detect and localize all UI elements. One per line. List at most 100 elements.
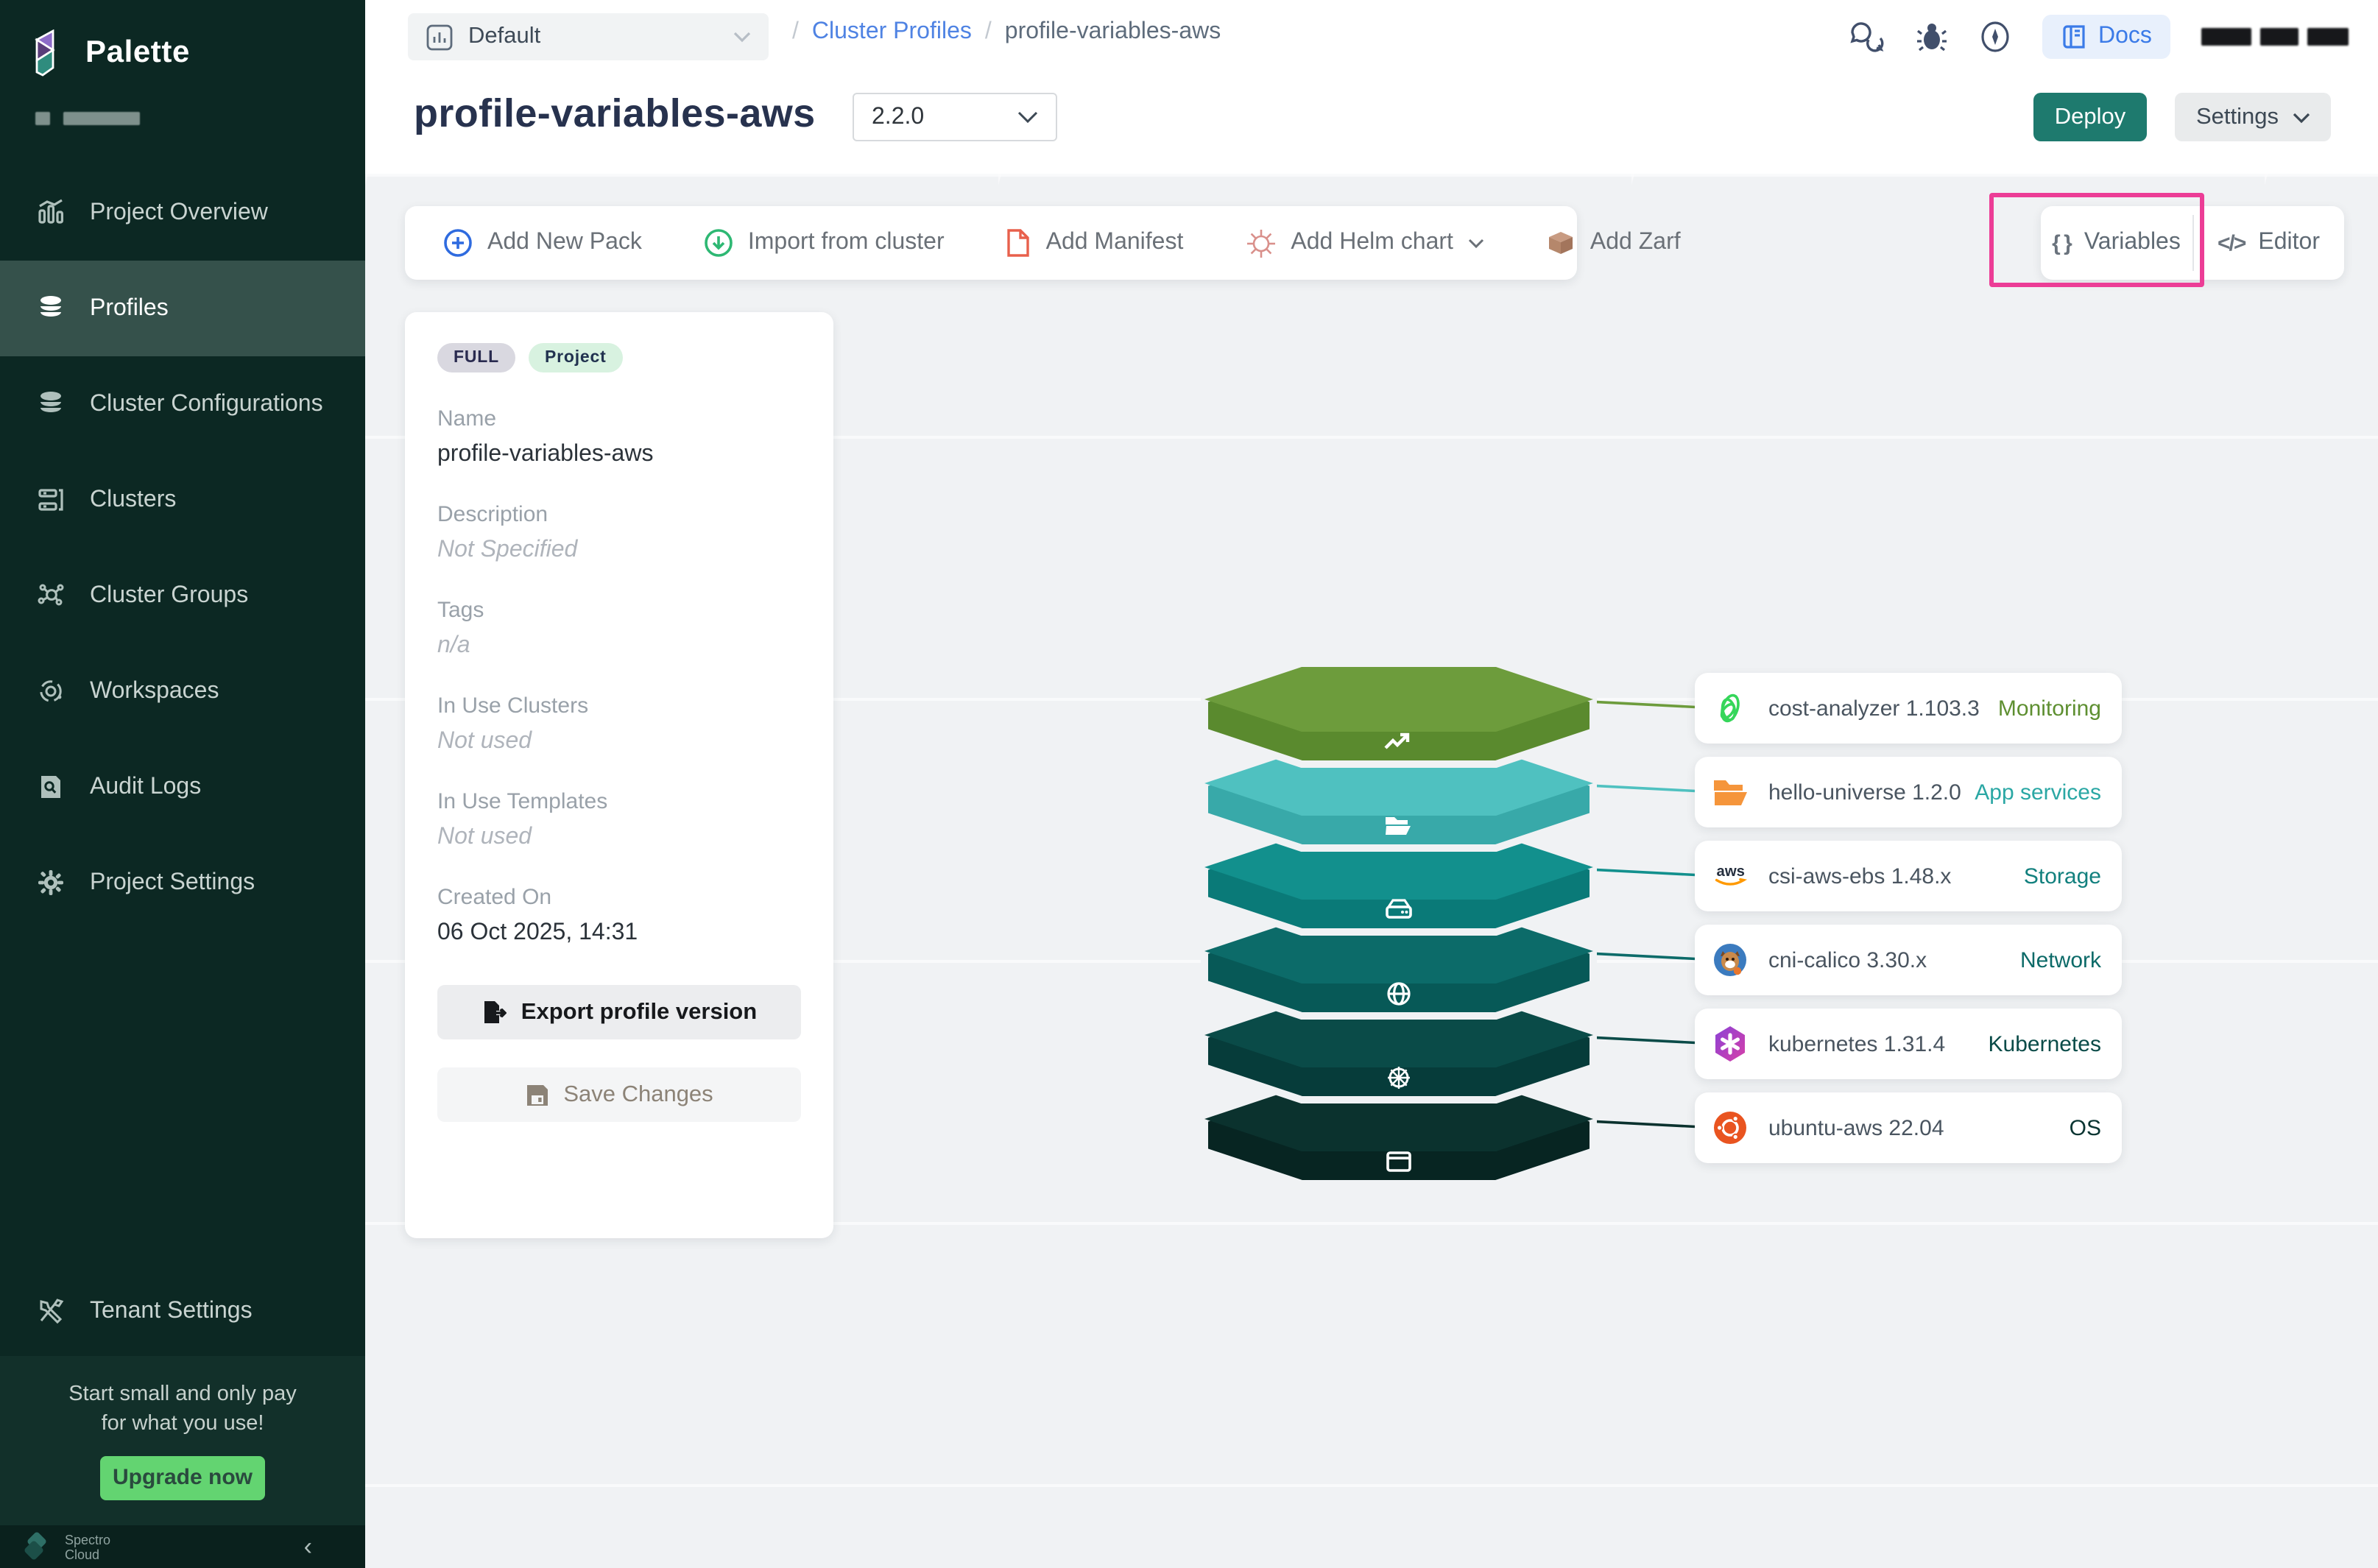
field-in-use-templates: In Use Templates Not used	[437, 789, 801, 851]
profile-scope-badge: Project	[529, 343, 623, 372]
sidebar-item-cluster-configurations[interactable]: Cluster Configurations	[0, 356, 365, 452]
main-content: Add New Pack Import from cluster Add Man…	[365, 174, 2378, 1568]
breadcrumb-current: profile-variables-aws	[1005, 19, 1221, 46]
chart-icon	[37, 199, 65, 227]
pack-row-hello-universe[interactable]: hello-universe 1.2.0 App services	[1695, 757, 2122, 827]
version-value: 2.2.0	[872, 104, 924, 130]
help-compass-icon[interactable]	[1979, 21, 2011, 53]
pack-row-csi-aws-ebs[interactable]: aws csi-aws-ebs 1.48.x Storage	[1695, 841, 2122, 911]
palette-logo-icon	[32, 29, 71, 77]
deploy-button[interactable]: Deploy	[2033, 93, 2147, 141]
add-helm-chart-label: Add Helm chart	[1291, 230, 1453, 256]
import-from-cluster-label: Import from cluster	[748, 230, 945, 256]
sidebar-item-label: Project Overview	[90, 199, 268, 226]
calico-cat-icon	[1712, 942, 1748, 978]
pack-row-ubuntu-aws[interactable]: ubuntu-aws 22.04 OS	[1695, 1092, 2122, 1163]
sidebar-item-label: Clusters	[90, 487, 176, 513]
book-icon	[2061, 24, 2088, 50]
sidebar-item-profiles[interactable]: Profiles	[0, 261, 365, 356]
aws-icon: aws	[1712, 860, 1748, 892]
save-changes-button[interactable]: Save Changes	[437, 1067, 801, 1122]
spectro-cloud-logo-icon	[21, 1530, 53, 1563]
spectro-cloud-wordmark: Spectro Cloud	[65, 1532, 110, 1561]
upgrade-banner: Start small and only pay for what you us…	[0, 1356, 365, 1525]
add-zarf-label: Add Zarf	[1590, 230, 1681, 256]
sidebar: Palette Project Overview Profiles	[0, 0, 365, 1568]
pack-category: OS	[2070, 1115, 2101, 1140]
save-button-label: Save Changes	[563, 1081, 713, 1108]
pack-toolbar: Add New Pack Import from cluster Add Man…	[405, 206, 1577, 280]
upgrade-text-line2: for what you use!	[102, 1411, 264, 1435]
add-zarf-button[interactable]: Add Zarf	[1546, 230, 1681, 256]
editor-tab-label: Editor	[2258, 230, 2320, 256]
field-description: Description Not Specified	[437, 502, 801, 564]
sidebar-item-project-settings[interactable]: Project Settings	[0, 835, 365, 930]
breadcrumb-slash: /	[792, 19, 799, 46]
version-selector[interactable]: 2.2.0	[853, 93, 1057, 141]
tools-icon	[37, 1297, 65, 1325]
profile-details-card: FULL Project Name profile-variables-aws …	[405, 312, 833, 1238]
sidebar-item-workspaces[interactable]: Workspaces	[0, 643, 365, 739]
kubernetes-hex-icon	[1712, 1025, 1748, 1063]
redacted-project-label	[35, 112, 140, 125]
chevron-down-icon	[1468, 238, 1484, 248]
sidebar-item-label: Audit Logs	[90, 774, 201, 800]
kubecost-icon	[1714, 691, 1746, 726]
chevron-down-icon	[733, 31, 751, 43]
docs-button[interactable]: Docs	[2042, 15, 2171, 59]
sidebar-item-audit-logs[interactable]: Audit Logs	[0, 739, 365, 835]
project-selector-value: Default	[468, 24, 540, 50]
ubuntu-icon	[1712, 1110, 1748, 1145]
add-new-pack-label: Add New Pack	[487, 230, 642, 256]
upgrade-now-button[interactable]: Upgrade now	[100, 1455, 265, 1500]
redacted-username[interactable]	[2202, 25, 2349, 49]
manifest-file-icon	[1006, 228, 1031, 258]
bug-report-icon[interactable]	[1916, 21, 1948, 53]
variables-tab[interactable]: { } Variables	[2041, 206, 2192, 280]
sidebar-item-project-overview[interactable]: Project Overview	[0, 165, 365, 261]
import-from-cluster-button[interactable]: Import from cluster	[704, 228, 945, 258]
sidebar-item-label: Profiles	[90, 295, 169, 322]
breadcrumb-link-cluster-profiles[interactable]: Cluster Profiles	[812, 19, 972, 46]
docs-button-label: Docs	[2098, 24, 2152, 50]
sidebar-item-label: Project Settings	[90, 869, 255, 896]
pack-row-kubernetes[interactable]: kubernetes 1.31.4 Kubernetes	[1695, 1009, 2122, 1079]
helm-wheel-icon	[1245, 227, 1276, 258]
sidebar-item-clusters[interactable]: Clusters	[0, 452, 365, 548]
add-manifest-label: Add Manifest	[1046, 230, 1184, 256]
app-root: Palette Project Overview Profiles	[0, 0, 2378, 1568]
project-chart-icon	[426, 23, 454, 51]
pack-category: Network	[2020, 947, 2101, 972]
sidebar-footer: Spectro Cloud ‹	[0, 1525, 365, 1568]
pack-name: cost-analyzer 1.103.3	[1768, 696, 1980, 721]
export-button-label: Export profile version	[521, 999, 757, 1025]
project-selector[interactable]: Default	[408, 13, 769, 60]
save-floppy-icon	[525, 1083, 548, 1106]
zarf-package-icon	[1546, 230, 1576, 256]
feedback-chat-icon[interactable]	[1849, 21, 1885, 53]
layers-icon	[37, 390, 65, 418]
sidebar-item-label: Workspaces	[90, 678, 219, 704]
add-new-pack-button[interactable]: Add New Pack	[443, 228, 642, 258]
sidebar-item-tenant-settings[interactable]: Tenant Settings	[0, 1263, 365, 1359]
pack-name: kubernetes 1.31.4	[1768, 1031, 1945, 1056]
pack-name: cni-calico 3.30.x	[1768, 947, 1927, 972]
breadcrumb: / Cluster Profiles / profile-variables-a…	[792, 19, 1221, 46]
helm-wheel-icon	[1388, 1067, 1410, 1089]
add-manifest-button[interactable]: Add Manifest	[1006, 228, 1184, 258]
settings-button[interactable]: Settings	[2175, 93, 2331, 141]
export-profile-version-button[interactable]: Export profile version	[437, 985, 801, 1039]
pack-category: Storage	[2024, 864, 2101, 889]
orbit-icon	[37, 677, 65, 705]
sidebar-collapse-icon[interactable]: ‹	[304, 1532, 345, 1561]
pack-category: App services	[1975, 780, 2101, 805]
field-created-on: Created On 06 Oct 2025, 14:31	[437, 885, 801, 947]
pack-row-cost-analyzer[interactable]: cost-analyzer 1.103.3 Monitoring	[1695, 673, 2122, 744]
sidebar-item-cluster-groups[interactable]: Cluster Groups	[0, 548, 365, 643]
sidebar-item-label: Tenant Settings	[90, 1298, 253, 1324]
add-helm-chart-button[interactable]: Add Helm chart	[1245, 227, 1484, 258]
pack-category: Monitoring	[1998, 696, 2101, 721]
pack-row-cni-calico[interactable]: cni-calico 3.30.x Network	[1695, 925, 2122, 995]
stack-layer-monitoring[interactable]	[1204, 667, 1593, 764]
editor-tab[interactable]: </> Editor	[2193, 206, 2344, 280]
